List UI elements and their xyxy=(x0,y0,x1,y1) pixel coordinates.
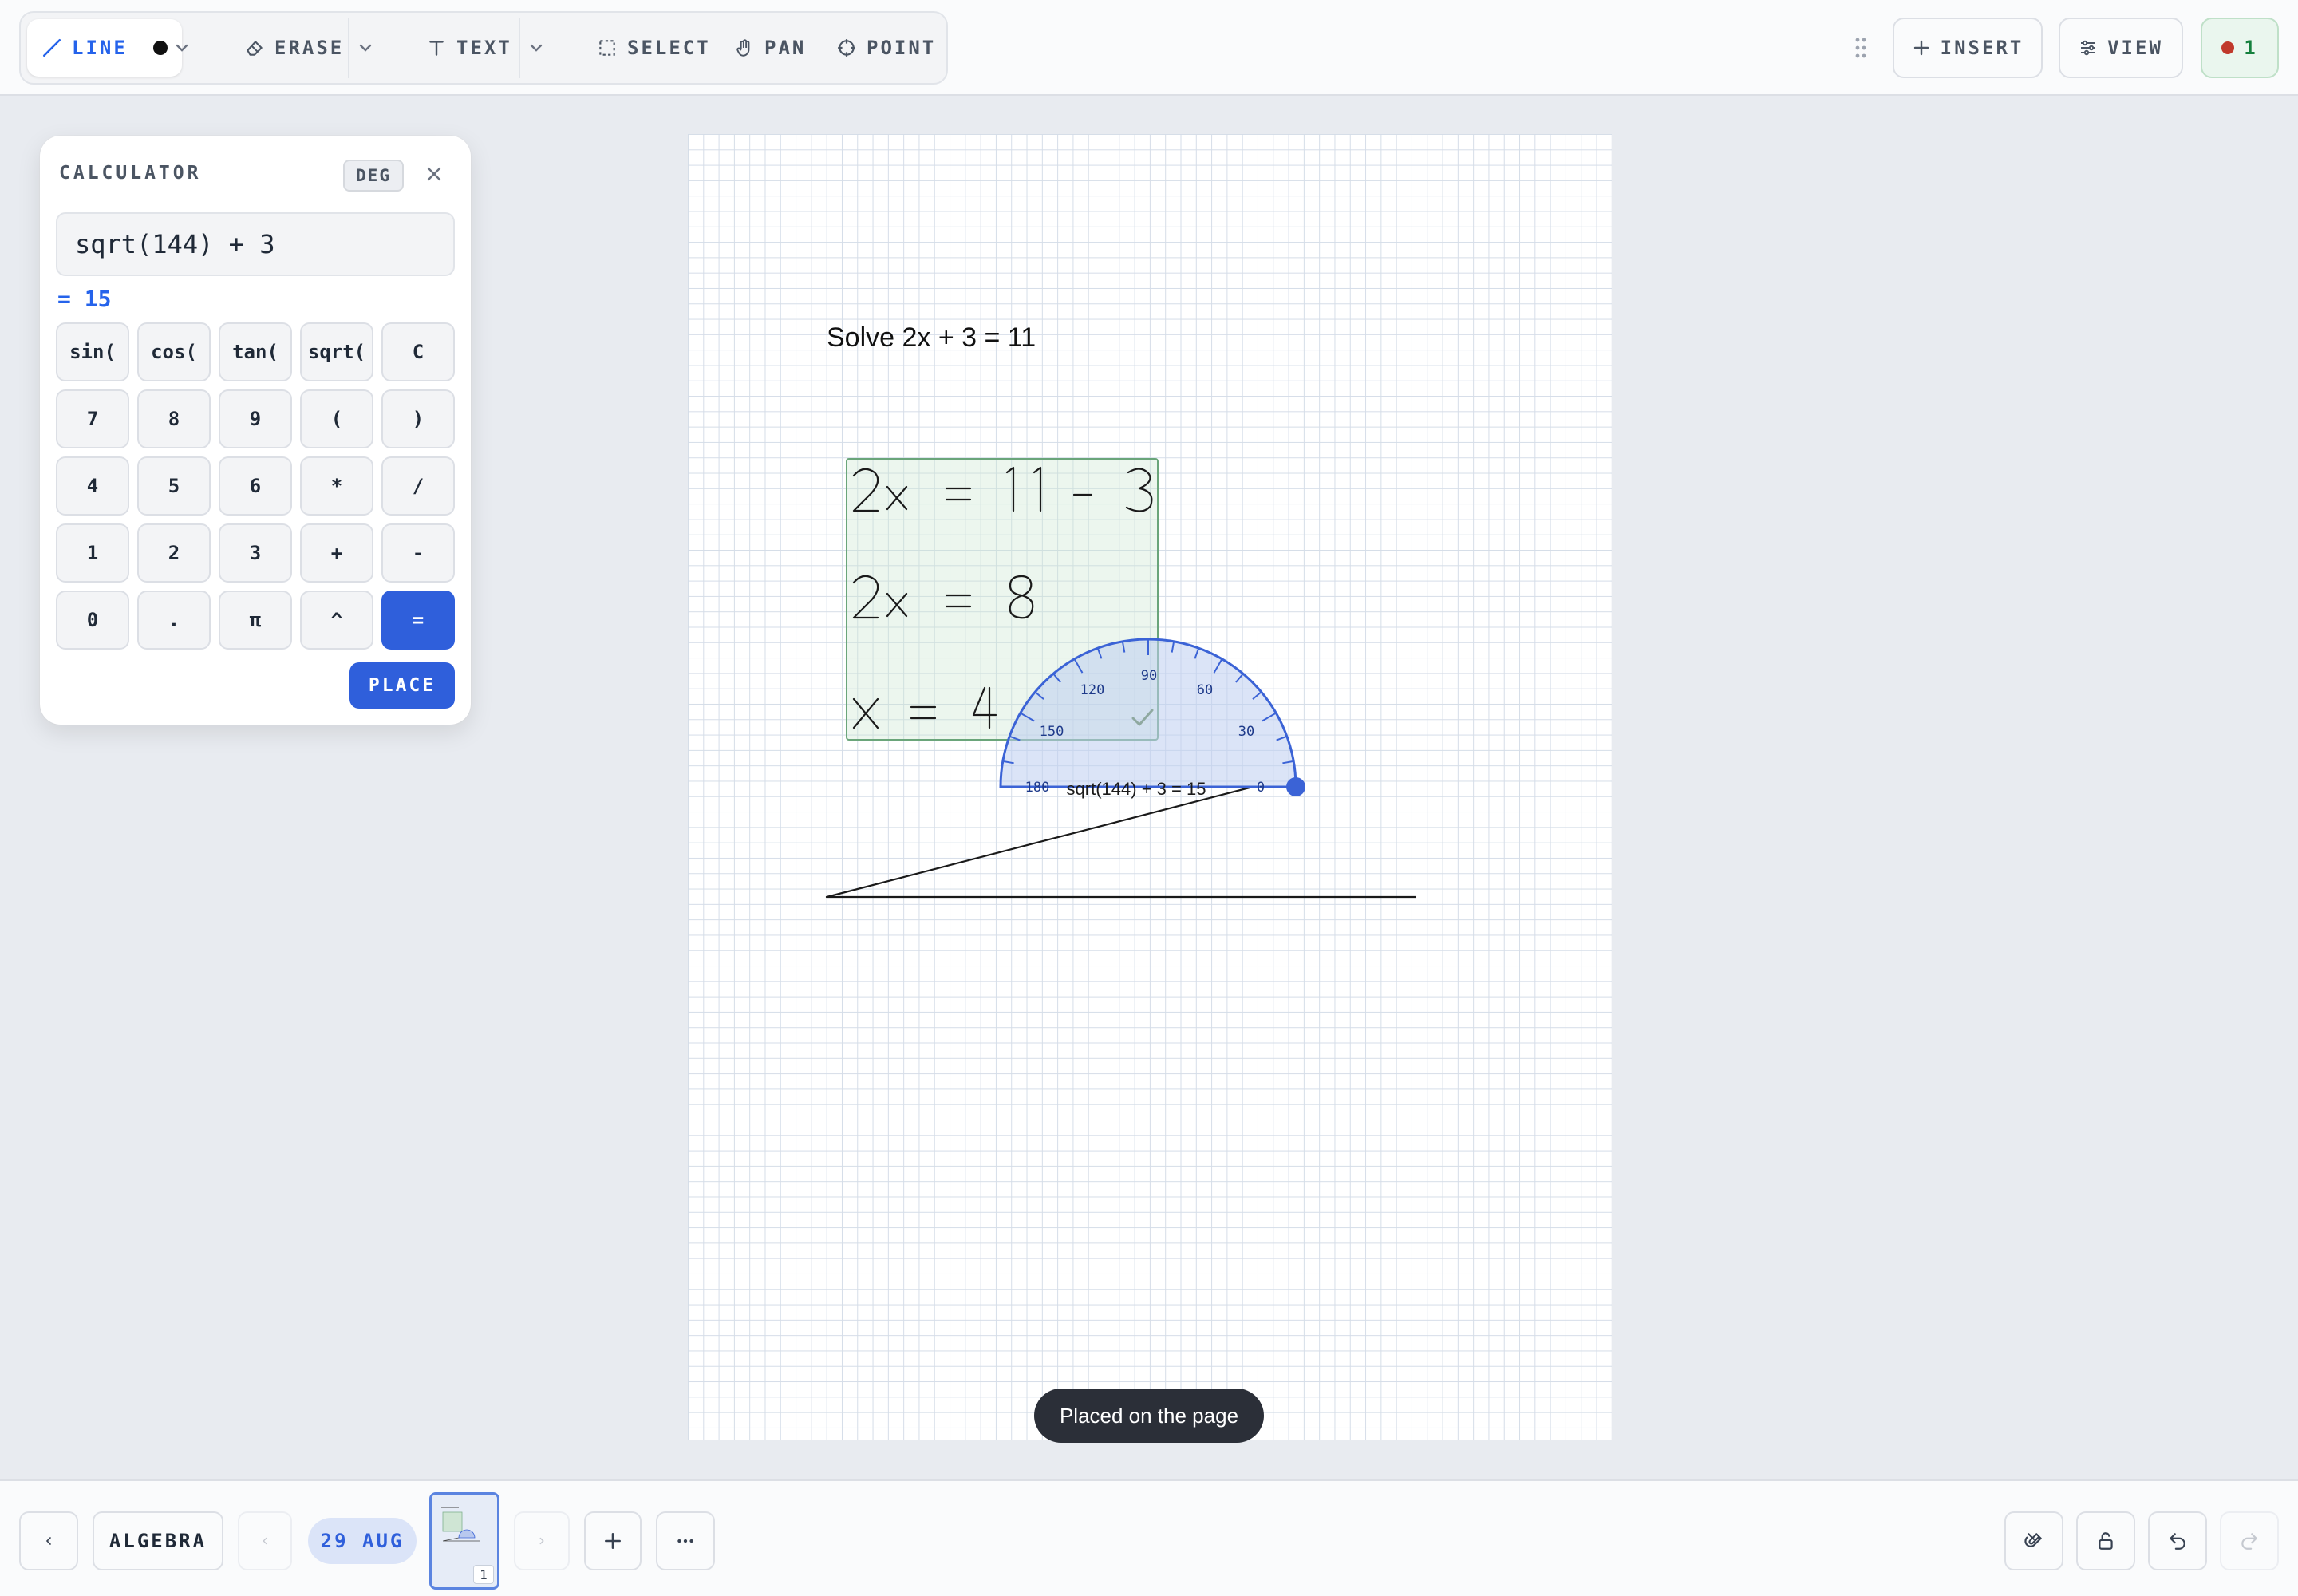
calc-key[interactable]: π xyxy=(219,591,292,650)
close-icon xyxy=(427,167,441,181)
more-horizontal-icon xyxy=(677,1539,693,1543)
previous-page-button[interactable] xyxy=(238,1511,292,1570)
calc-key[interactable]: 7 xyxy=(56,389,129,448)
lock-button[interactable] xyxy=(2076,1511,2135,1570)
calculator-result: = 15 xyxy=(57,286,112,312)
notebook-title-button[interactable]: ALGEBRA xyxy=(93,1511,223,1570)
calc-key[interactable]: / xyxy=(381,456,455,516)
calc-key[interactable]: - xyxy=(381,523,455,583)
calc-key[interactable]: * xyxy=(300,456,373,516)
toast-notification: Placed on the page xyxy=(1034,1389,1264,1443)
next-page-button[interactable] xyxy=(514,1511,570,1570)
calc-key[interactable]: 1 xyxy=(56,523,129,583)
page-thumbnail[interactable]: 1 xyxy=(429,1492,499,1590)
calc-key[interactable]: C xyxy=(381,322,455,381)
protractor-label-30: 30 xyxy=(1238,724,1254,740)
handwriting-line-1 xyxy=(852,466,1153,512)
add-page-button[interactable] xyxy=(584,1511,642,1570)
chevron-left-icon xyxy=(263,1537,267,1545)
protractor-label-120: 120 xyxy=(1080,682,1105,698)
handwriting-line-2 xyxy=(852,575,1034,619)
calc-key[interactable]: 8 xyxy=(137,389,211,448)
place-button[interactable]: PLACE xyxy=(349,662,455,709)
unlock-icon xyxy=(2099,1532,2113,1550)
undo-icon xyxy=(2170,1533,2185,1550)
undo-button[interactable] xyxy=(2148,1511,2207,1570)
bottom-toolbar: ALGEBRA 29 AUG 1 xyxy=(0,1479,2298,1596)
protractor-label-60: 60 xyxy=(1197,682,1213,698)
calculator-title: CALCULATOR xyxy=(59,163,202,184)
calc-key[interactable]: sin( xyxy=(56,322,129,381)
protractor-label-150: 150 xyxy=(1040,724,1064,740)
chevron-left-icon xyxy=(45,1537,51,1545)
chevron-right-icon xyxy=(539,1537,544,1545)
plus-icon xyxy=(605,1533,621,1549)
date-badge[interactable]: 29 AUG xyxy=(308,1518,417,1564)
protractor-rotate-handle[interactable] xyxy=(1286,777,1305,796)
more-options-button[interactable] xyxy=(656,1511,715,1570)
protractor-label-180: 180 xyxy=(1025,780,1050,796)
calculator-expression-input[interactable]: sqrt(144) + 3 xyxy=(56,212,455,276)
magnet-icon xyxy=(2024,1533,2042,1547)
calc-key[interactable]: 2 xyxy=(137,523,211,583)
calc-key[interactable]: 6 xyxy=(219,456,292,516)
calc-key[interactable]: 3 xyxy=(219,523,292,583)
calc-key[interactable]: ^ xyxy=(300,591,373,650)
calc-key[interactable]: sqrt( xyxy=(300,322,373,381)
protractor-label-0: 0 xyxy=(1257,780,1265,796)
page-number: 1 xyxy=(473,1565,494,1584)
redo-icon xyxy=(2241,1533,2257,1550)
calc-key[interactable]: 4 xyxy=(56,456,129,516)
calc-key[interactable]: ( xyxy=(300,389,373,448)
calculator-close-button[interactable] xyxy=(420,160,448,188)
calc-key[interactable]: ) xyxy=(381,389,455,448)
calc-key[interactable]: . xyxy=(137,591,211,650)
protractor[interactable]: 180 150 120 90 60 30 0 sqrt(144) + 3 = 1… xyxy=(999,638,1305,799)
snap-toggle-button[interactable] xyxy=(2004,1511,2063,1570)
calculator-panel: CALCULATOR DEG sqrt(144) + 3 = 15 sin(co… xyxy=(40,136,471,725)
angle-mode-toggle[interactable]: DEG xyxy=(343,160,404,192)
calc-key[interactable]: 5 xyxy=(137,456,211,516)
back-button[interactable] xyxy=(19,1511,78,1570)
angle-lines[interactable] xyxy=(825,785,1417,899)
placed-result-text[interactable]: sqrt(144) + 3 = 15 xyxy=(1067,779,1206,799)
calc-key[interactable]: 0 xyxy=(56,591,129,650)
calc-key[interactable]: cos( xyxy=(137,322,211,381)
calc-key[interactable]: = xyxy=(381,591,455,650)
calc-key[interactable]: tan( xyxy=(219,322,292,381)
protractor-label-90: 90 xyxy=(1141,668,1157,684)
redo-button[interactable] xyxy=(2220,1511,2279,1570)
calc-key[interactable]: 9 xyxy=(219,389,292,448)
calc-key[interactable]: + xyxy=(300,523,373,583)
handwriting-line-3 xyxy=(852,686,997,729)
